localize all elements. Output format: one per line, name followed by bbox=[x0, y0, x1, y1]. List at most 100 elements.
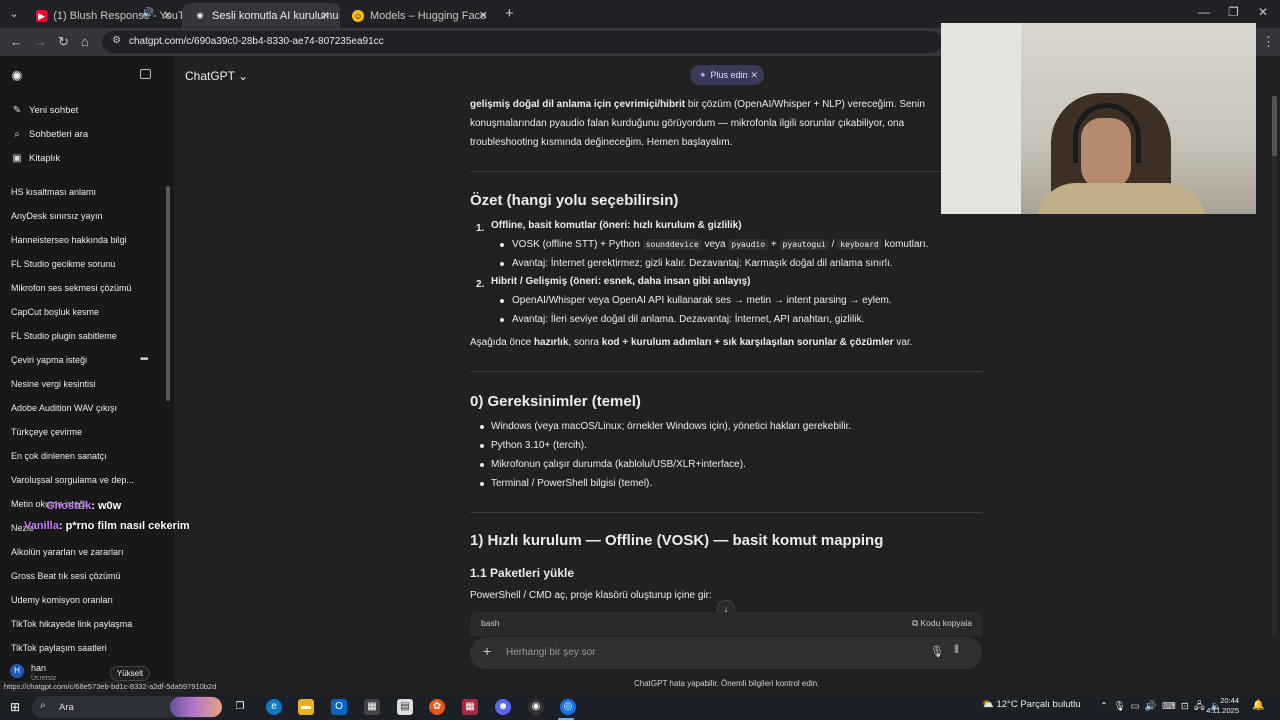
obs-icon[interactable]: ◉ bbox=[528, 699, 544, 715]
clock[interactable]: 20:44 4.11.2025 bbox=[1205, 696, 1239, 716]
file-explorer-icon[interactable]: ▬ bbox=[298, 699, 314, 715]
chat-item[interactable]: En çok dinlenen sanatçı bbox=[11, 451, 107, 461]
audio-icon[interactable]: 🔊 bbox=[142, 8, 154, 19]
new-tab-icon[interactable]: + bbox=[505, 5, 514, 22]
close-tab-icon[interactable]: ✕ bbox=[163, 9, 172, 22]
close-icon[interactable]: ✕ bbox=[750, 65, 758, 85]
paragraph: Aşağıda önce hazırlık, sonra kod + kurul… bbox=[470, 337, 913, 348]
restore-icon[interactable]: ❐ bbox=[1228, 5, 1239, 19]
list-item: Avantaj: İnternet gerektirmez; gizli kal… bbox=[512, 258, 893, 269]
copy-label: Kodu kopyala bbox=[920, 618, 972, 628]
chat-item[interactable]: CapCut boşluk kesme bbox=[11, 307, 99, 317]
new-chat-button[interactable]: ✎ Yeni sohbet bbox=[11, 101, 79, 119]
notification-icon[interactable]: 🔔 bbox=[1252, 700, 1264, 711]
edge-icon[interactable]: e bbox=[266, 699, 282, 715]
search-highlight-image bbox=[170, 697, 222, 717]
user-name: han bbox=[31, 663, 47, 673]
time-text: 20:44 bbox=[1220, 696, 1239, 705]
prompt-composer[interactable]: + Herhangi bir şey sor 🎙 ⦀ bbox=[470, 637, 982, 669]
back-icon[interactable]: ← bbox=[10, 34, 23, 49]
plus-upgrade-pill[interactable]: ✦ Plus edin ✕ bbox=[690, 65, 764, 85]
forward-icon[interactable]: → bbox=[34, 34, 47, 49]
chat-item[interactable]: Adobe Audition WAV çıkışı bbox=[11, 403, 117, 413]
search-chats-button[interactable]: ⌕ Sohbetleri ara bbox=[11, 125, 88, 143]
bullet bbox=[480, 463, 484, 467]
copy-icon: ⧉ bbox=[912, 618, 919, 628]
app-grid-icon[interactable]: ▦ bbox=[462, 699, 478, 715]
system-tray[interactable]: ⌃ 🎙 ▭ 🔊 ⌨ ⊡ 🖧 🔈 bbox=[1100, 699, 1222, 715]
library-icon: ▣ bbox=[12, 152, 22, 164]
home-icon[interactable]: ⌂ bbox=[81, 34, 89, 49]
model-selector[interactable]: ChatGPT ⌄ bbox=[185, 69, 248, 83]
main-scrollbar[interactable] bbox=[1272, 96, 1277, 636]
windows-start-icon[interactable]: ⊞ bbox=[10, 700, 20, 714]
task-view-icon[interactable]: ❐ bbox=[232, 699, 248, 715]
option-title: Offline, basit komutlar (öneri: hızlı ku… bbox=[491, 220, 742, 231]
chat-item[interactable]: Varoluşsal sorgulama ve dep... bbox=[11, 475, 134, 485]
chatgpt-logo-icon[interactable]: ✺ bbox=[11, 68, 23, 85]
avatar[interactable]: H bbox=[10, 664, 24, 678]
chat-item[interactable]: FL Studio plugin sabitleme bbox=[11, 331, 117, 341]
chat-item[interactable]: Gross Beat tık sesi çözümü bbox=[11, 571, 121, 581]
taskbar-search[interactable]: ⌕ Ara bbox=[32, 696, 222, 718]
address-bar[interactable]: ⚙ chatgpt.com/c/690a39c0-28b4-8330-ae74-… bbox=[102, 31, 942, 53]
tab-huggingface[interactable]: ☺ Models – Hugging Face ✕ bbox=[340, 3, 498, 28]
sidebar-toggle-icon[interactable] bbox=[140, 69, 151, 79]
voice-mode-icon[interactable]: ⦀ bbox=[954, 644, 959, 657]
site-info-icon[interactable]: ⚙ bbox=[112, 35, 121, 46]
chat-item[interactable]: TikTok hikayede link paylaşma bbox=[11, 619, 132, 629]
bullet bbox=[500, 318, 504, 322]
weather-widget[interactable]: ⛅ 12°C Parçalı bulutlu bbox=[982, 699, 1081, 710]
discord-icon[interactable]: ☻ bbox=[495, 699, 511, 715]
add-attachment-icon[interactable]: + bbox=[483, 643, 491, 659]
minimize-icon[interactable]: — bbox=[1198, 5, 1210, 19]
chat-item[interactable]: Çeviri yapma isteği bbox=[11, 355, 87, 365]
chrome-icon[interactable]: ◎ bbox=[560, 699, 576, 715]
list-number: 2. bbox=[476, 279, 485, 290]
sidebar: ✺ ✎ Yeni sohbet ⌕ Sohbetleri ara ▣ Kitap… bbox=[0, 56, 174, 689]
weather-text: 12°C Parçalı bulutlu bbox=[996, 699, 1081, 710]
chat-item[interactable]: Udemy komisyon oranları bbox=[11, 595, 113, 605]
fl-studio-icon[interactable]: ✿ bbox=[429, 699, 445, 715]
tab-youtube[interactable]: ▶ (1) Blush Response - YouTu 🔊 ✕ bbox=[24, 3, 182, 28]
chat-options-icon[interactable]: ••• bbox=[140, 354, 148, 365]
scrollbar-thumb[interactable] bbox=[1272, 96, 1277, 156]
section-heading: 1) Hızlı kurulum — Offline (VOSK) — basi… bbox=[470, 532, 884, 549]
chat-item[interactable]: Hanneisterseo hakkında bilgi bbox=[11, 235, 127, 245]
chat-item[interactable]: Mikrofon ses sekmesi çözümü bbox=[11, 283, 132, 293]
library-button[interactable]: ▣ Kitaplık bbox=[11, 149, 60, 167]
tab-chatgpt[interactable]: ✺ Sesli komutla AI kurulumu ✕ bbox=[182, 3, 340, 28]
close-tab-icon[interactable]: ✕ bbox=[479, 9, 488, 22]
chat-item[interactable]: TikTok paylaşım saatleri bbox=[11, 643, 107, 653]
prompt-input[interactable]: Herhangi bir şey sor bbox=[506, 647, 595, 658]
chat-item[interactable]: HS kısaltması anlamı bbox=[11, 187, 96, 197]
stream-chat-message: Ghostrik: w0w bbox=[46, 500, 121, 512]
chat-item[interactable]: AnyDesk sınırsız yayın bbox=[11, 211, 103, 221]
bullet bbox=[500, 262, 504, 266]
tab-search-icon[interactable]: ⌄ bbox=[6, 6, 22, 22]
reload-icon[interactable]: ↻ bbox=[58, 34, 69, 50]
youtube-icon: ▶ bbox=[36, 9, 48, 22]
chat-text: : p*rno film nasıl cekerim bbox=[58, 520, 190, 532]
sidebar-scrollbar[interactable] bbox=[166, 186, 170, 401]
outlook-icon[interactable]: O bbox=[331, 699, 347, 715]
webcam-overlay bbox=[941, 23, 1256, 214]
weather-icon: ⛅ bbox=[982, 699, 994, 710]
chat-item[interactable]: FL Studio gecikme sorunu bbox=[11, 259, 115, 269]
close-tab-icon[interactable]: ✕ bbox=[321, 9, 330, 22]
url-text: chatgpt.com/c/690a39c0-28b4-8330-ae74-80… bbox=[129, 36, 384, 47]
microphone-icon[interactable]: 🎙 bbox=[930, 645, 944, 658]
notepad-icon[interactable]: ▤ bbox=[397, 699, 413, 715]
browser-menu-icon[interactable]: ⋮ bbox=[1262, 34, 1275, 50]
chat-item[interactable]: Türkçeye çevirme bbox=[11, 427, 82, 437]
close-window-icon[interactable]: ✕ bbox=[1258, 5, 1268, 19]
edit-icon: ✎ bbox=[12, 104, 22, 116]
chat-item[interactable]: Alkolün yararları ve zararları bbox=[11, 547, 124, 557]
copy-code-button[interactable]: ⧉ Kodu kopyala bbox=[912, 618, 972, 629]
divider bbox=[470, 171, 982, 172]
bullet bbox=[500, 299, 504, 303]
chat-item[interactable]: Nesine vergi kesintisi bbox=[11, 379, 96, 389]
webcam-background bbox=[941, 23, 1021, 214]
store-icon[interactable]: ▦ bbox=[364, 699, 380, 715]
upgrade-button[interactable]: Yükselt bbox=[110, 666, 150, 681]
